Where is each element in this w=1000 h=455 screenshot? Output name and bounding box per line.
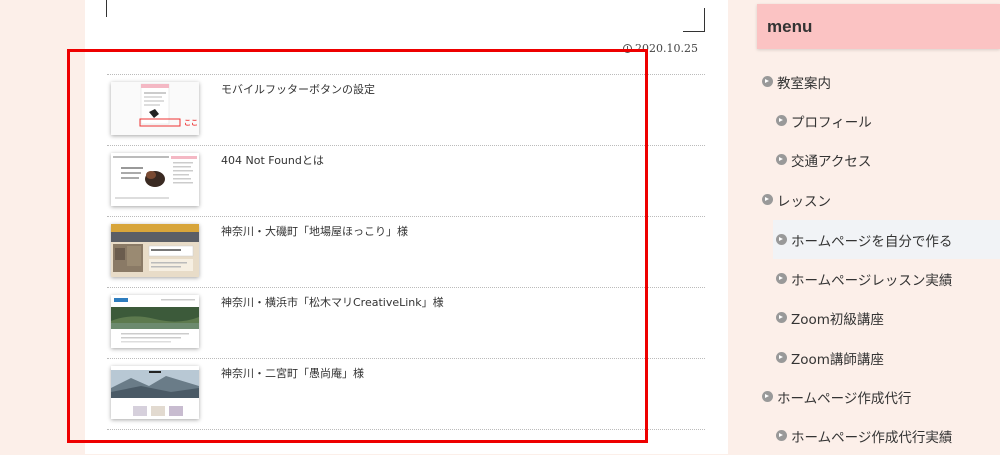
sidebar-item-classroom[interactable]: 教室案内 bbox=[762, 62, 831, 101]
post-thumbnail[interactable] bbox=[111, 295, 199, 348]
sidebar-item-access[interactable]: 交通アクセス bbox=[776, 140, 871, 179]
related-post-item[interactable]: ここ モバイルフッターボタンの設定 bbox=[107, 74, 705, 145]
chevron-right-circle-icon bbox=[776, 115, 787, 126]
related-post-title[interactable]: 404 Not Foundとは bbox=[221, 152, 324, 168]
sidebar-item-homepage-service[interactable]: ホームページ作成代行 bbox=[762, 377, 911, 416]
chevron-right-circle-icon bbox=[776, 352, 787, 363]
sidebar-item-label: Zoom初級講座 bbox=[791, 311, 884, 328]
menu-heading-text: menu bbox=[767, 17, 813, 36]
sidebar-item-label: ホームページ作成代行実績 bbox=[791, 429, 953, 446]
sidebar-item-zoom-instructor[interactable]: Zoom講師講座 bbox=[776, 338, 884, 377]
chevron-right-circle-icon bbox=[762, 76, 773, 87]
related-post-title[interactable]: 神奈川・横浜市「松木マリCreativeLink」様 bbox=[221, 294, 444, 310]
quote-mark-right bbox=[683, 8, 705, 32]
related-post-title[interactable]: 神奈川・大磯町「地場屋ほっこり」様 bbox=[221, 223, 408, 239]
chevron-right-circle-icon bbox=[776, 234, 787, 245]
chevron-right-circle-icon bbox=[762, 391, 773, 402]
menu-heading: menu bbox=[757, 4, 1000, 49]
chevron-right-circle-icon bbox=[776, 273, 787, 284]
chevron-right-circle-icon bbox=[776, 154, 787, 165]
sidebar-item-profile[interactable]: プロフィール bbox=[776, 101, 872, 140]
related-post-title[interactable]: モバイルフッターボタンの設定 bbox=[221, 81, 375, 97]
related-post-item[interactable]: 神奈川・横浜市「松木マリCreativeLink」様 bbox=[107, 287, 705, 358]
sidebar-item-label: レッスン bbox=[777, 193, 831, 210]
sidebar-item-label: 交通アクセス bbox=[791, 153, 872, 170]
post-date: 2020.10.25 bbox=[623, 42, 698, 55]
post-thumbnail[interactable]: ここ bbox=[111, 82, 199, 135]
sidebar-item-homepage-diy[interactable]: ホームページを自分で作る bbox=[773, 220, 1000, 259]
sidebar-item-label: ホームページを自分で作る bbox=[791, 233, 953, 250]
sidebar-item-zoom-beginner[interactable]: Zoom初級講座 bbox=[776, 298, 884, 337]
post-thumbnail[interactable] bbox=[111, 153, 199, 206]
chevron-right-circle-icon bbox=[776, 312, 787, 323]
related-post-title[interactable]: 神奈川・二宮町「愚尚庵」様 bbox=[221, 365, 364, 381]
sidebar-item-label: ホームページ作成代行 bbox=[777, 390, 912, 407]
related-post-item[interactable]: 神奈川・二宮町「愚尚庵」様 bbox=[107, 358, 705, 430]
sidebar-item-lesson-results[interactable]: ホームページレッスン実績 bbox=[776, 259, 952, 298]
sidebar-item-service-results[interactable]: ホームページ作成代行実績 bbox=[776, 416, 952, 455]
sidebar: menu 教室案内 プロフィール 交通アクセス レッスン ホームページを自分で作… bbox=[757, 0, 1000, 454]
clock-icon bbox=[623, 44, 632, 53]
related-posts-list: ここ モバイルフッターボタンの設定 404 Not Foundとは 神奈川・大磯… bbox=[107, 74, 705, 430]
related-post-item[interactable]: 404 Not Foundとは bbox=[107, 145, 705, 216]
post-thumbnail[interactable] bbox=[111, 366, 199, 419]
sidebar-item-label: 教室案内 bbox=[777, 75, 831, 92]
thumb-annotation: ここ bbox=[184, 119, 198, 127]
chevron-right-circle-icon bbox=[762, 194, 773, 205]
post-date-text: 2020.10.25 bbox=[635, 42, 698, 55]
sidebar-item-label: Zoom講師講座 bbox=[791, 351, 884, 368]
sidebar-item-lesson[interactable]: レッスン bbox=[762, 180, 831, 219]
post-thumbnail[interactable] bbox=[111, 224, 199, 277]
chevron-right-circle-icon bbox=[776, 430, 787, 441]
related-post-item[interactable]: 神奈川・大磯町「地場屋ほっこり」様 bbox=[107, 216, 705, 287]
sidebar-item-label: ホームページレッスン実績 bbox=[791, 272, 953, 289]
quote-mark-left bbox=[106, 0, 107, 17]
sidebar-item-label: プロフィール bbox=[791, 114, 872, 131]
